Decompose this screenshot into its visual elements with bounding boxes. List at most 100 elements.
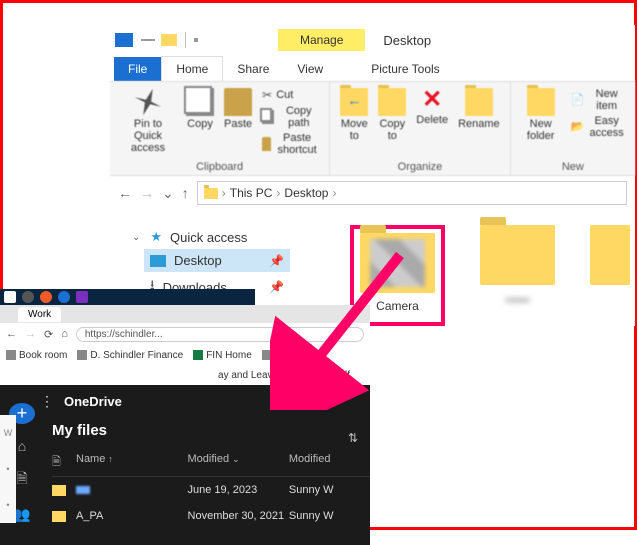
quick-access-label: Quick access xyxy=(170,230,247,245)
back-button[interactable]: ← xyxy=(118,185,132,201)
onedrive-title: OneDrive xyxy=(64,394,122,409)
page-icon xyxy=(6,350,16,360)
qat-sep xyxy=(141,39,155,41)
copy-path-button[interactable]: Copy path xyxy=(262,105,319,129)
new-folder-button[interactable]: New folder xyxy=(521,88,561,142)
rename-button[interactable]: Rename xyxy=(458,88,500,130)
forward-button[interactable]: → xyxy=(25,328,36,340)
edge-icon[interactable] xyxy=(58,291,70,303)
move-to-label: Move to xyxy=(340,118,368,142)
folder-icon xyxy=(480,225,555,285)
sidebar-quick-access[interactable]: ⌄ ★ Quick access xyxy=(126,225,290,249)
up-button[interactable]: ↑ xyxy=(182,185,189,201)
table-row[interactable]: A_PA November 30, 2021 Sunny W xyxy=(52,503,370,529)
copy-button[interactable]: Copy xyxy=(186,88,214,130)
app-icon[interactable] xyxy=(40,291,52,303)
pin-icon: 📌 xyxy=(269,254,284,268)
delete-button[interactable]: ✕ Delete xyxy=(416,88,448,126)
sort-asc-icon: ↑ xyxy=(108,454,113,464)
tab-home[interactable]: Home xyxy=(161,56,223,81)
back-button[interactable]: ← xyxy=(6,328,17,340)
pin-label: Pin to Quick access xyxy=(120,118,176,154)
breadcrumb-box[interactable]: › This PC › Desktop › xyxy=(197,181,627,205)
qat-dropdown[interactable] xyxy=(194,38,198,42)
tab-file[interactable]: File xyxy=(114,57,161,81)
files-icon[interactable]: 🗎 xyxy=(16,468,27,492)
col-modified-by[interactable]: Modified xyxy=(289,453,370,472)
folder-icon: ← xyxy=(340,88,368,116)
bookmark-ivanti[interactable]: Ivanti Self xyxy=(293,370,350,381)
bookmark-fin-home[interactable]: FIN Home xyxy=(193,350,252,361)
search-icon[interactable] xyxy=(22,291,34,303)
chevron-right-icon: › xyxy=(222,186,226,200)
paste-button[interactable]: Paste xyxy=(224,88,252,130)
copy-to-button[interactable]: Copy to xyxy=(378,88,406,142)
ribbon-group-new: New folder 📄New item 📂Easy access New xyxy=(511,82,635,175)
onenote-icon[interactable] xyxy=(76,291,88,303)
forward-button[interactable]: → xyxy=(140,185,154,201)
bm-label: FIN Home xyxy=(206,350,252,361)
ribbon: Pin to Quick access Copy Paste ✂Cut Copy… xyxy=(110,81,635,176)
sort-icon[interactable]: ⇅ xyxy=(348,431,358,445)
desktop-icon xyxy=(150,255,166,267)
tab-view[interactable]: View xyxy=(283,57,337,81)
new-item-icon: 📄 xyxy=(571,93,585,107)
folder-blurred-1[interactable]: ▬▬ xyxy=(470,225,565,326)
page-icon xyxy=(193,350,203,360)
pin-icon xyxy=(130,84,166,120)
star-icon: ★ xyxy=(150,229,162,245)
bm-label: ay and Leaves xyxy=(218,370,283,381)
start-icon[interactable] xyxy=(4,291,16,303)
chevron-right-icon: › xyxy=(332,186,336,200)
tab-share[interactable]: Share xyxy=(223,57,283,81)
bm-label: Book room xyxy=(19,350,67,361)
crumb-desktop[interactable]: Desktop xyxy=(284,186,328,200)
left-background-strip: W•• xyxy=(0,415,16,523)
recent-dropdown[interactable]: ⌄ xyxy=(162,185,174,202)
bm-label: Form xyxy=(275,350,298,361)
bookmark-form[interactable]: Form xyxy=(262,350,298,361)
refresh-button[interactable]: ⟳ xyxy=(44,328,53,341)
browser-window: Work ← → ⟳ ⌂ https://schindler... Book r… xyxy=(0,305,370,545)
table-row[interactable]: June 19, 2023 Sunny W xyxy=(52,477,370,503)
home-icon[interactable]: ⌂ xyxy=(18,438,26,454)
col-icon: 🗎 xyxy=(52,453,76,472)
easy-access-label: Easy access xyxy=(588,115,625,139)
onedrive-header: ⋮⋮⋮ OneDrive xyxy=(0,385,370,418)
move-to-button[interactable]: ← Move to xyxy=(340,88,368,142)
cell-by: Sunny W xyxy=(289,510,370,522)
tab-picture-tools[interactable]: Picture Tools xyxy=(357,57,453,81)
new-item-label: New item xyxy=(588,88,625,112)
crumb-this-pc[interactable]: This PC xyxy=(230,186,273,200)
new-item-button[interactable]: 📄New item xyxy=(571,88,625,112)
copy-to-label: Copy to xyxy=(378,118,406,142)
bm-label: Ivanti Self xyxy=(306,370,350,381)
bookmarks-bar: Book room D. Schindler Finance FIN Home … xyxy=(0,345,370,365)
address-bar: ← → ⌄ ↑ › This PC › Desktop › xyxy=(110,176,635,210)
easy-access-button[interactable]: 📂Easy access xyxy=(571,115,625,139)
taskbar xyxy=(0,289,255,305)
manage-context-tab[interactable]: Manage xyxy=(278,29,365,51)
bm-label: D. Schindler Finance xyxy=(90,350,183,361)
folder-icon xyxy=(161,34,177,46)
page-icon xyxy=(262,350,272,360)
col-modified[interactable]: Modified⌄ xyxy=(188,453,289,472)
col-name[interactable]: Name↑ xyxy=(76,453,188,472)
bookmarks-bar-2: ay and Leaves Ivanti Self xyxy=(0,365,370,385)
thumbnail xyxy=(370,239,425,287)
bookmark-book-room[interactable]: Book room xyxy=(6,350,67,361)
browser-tab[interactable]: Work xyxy=(18,307,61,322)
scissors-icon: ✂ xyxy=(262,88,272,102)
onedrive-app: ⋮⋮⋮ OneDrive My files ⇅ 🗎 Name↑ Modified… xyxy=(0,385,370,545)
ribbon-tabs: File Home Share View Picture Tools xyxy=(110,55,635,81)
folder-blurred-2[interactable] xyxy=(590,225,630,326)
bookmark-finance[interactable]: D. Schindler Finance xyxy=(77,350,183,361)
bookmark-leaves[interactable]: ay and Leaves xyxy=(218,370,283,381)
sidebar-desktop[interactable]: Desktop 📌 xyxy=(144,249,290,272)
home-button[interactable]: ⌂ xyxy=(61,328,68,340)
paste-shortcut-button[interactable]: Paste shortcut xyxy=(262,132,319,156)
pin-quick-access-button[interactable]: Pin to Quick access xyxy=(120,88,176,154)
delete-label: Delete xyxy=(416,114,448,126)
url-input[interactable]: https://schindler... xyxy=(76,327,364,342)
cut-button[interactable]: ✂Cut xyxy=(262,88,293,102)
